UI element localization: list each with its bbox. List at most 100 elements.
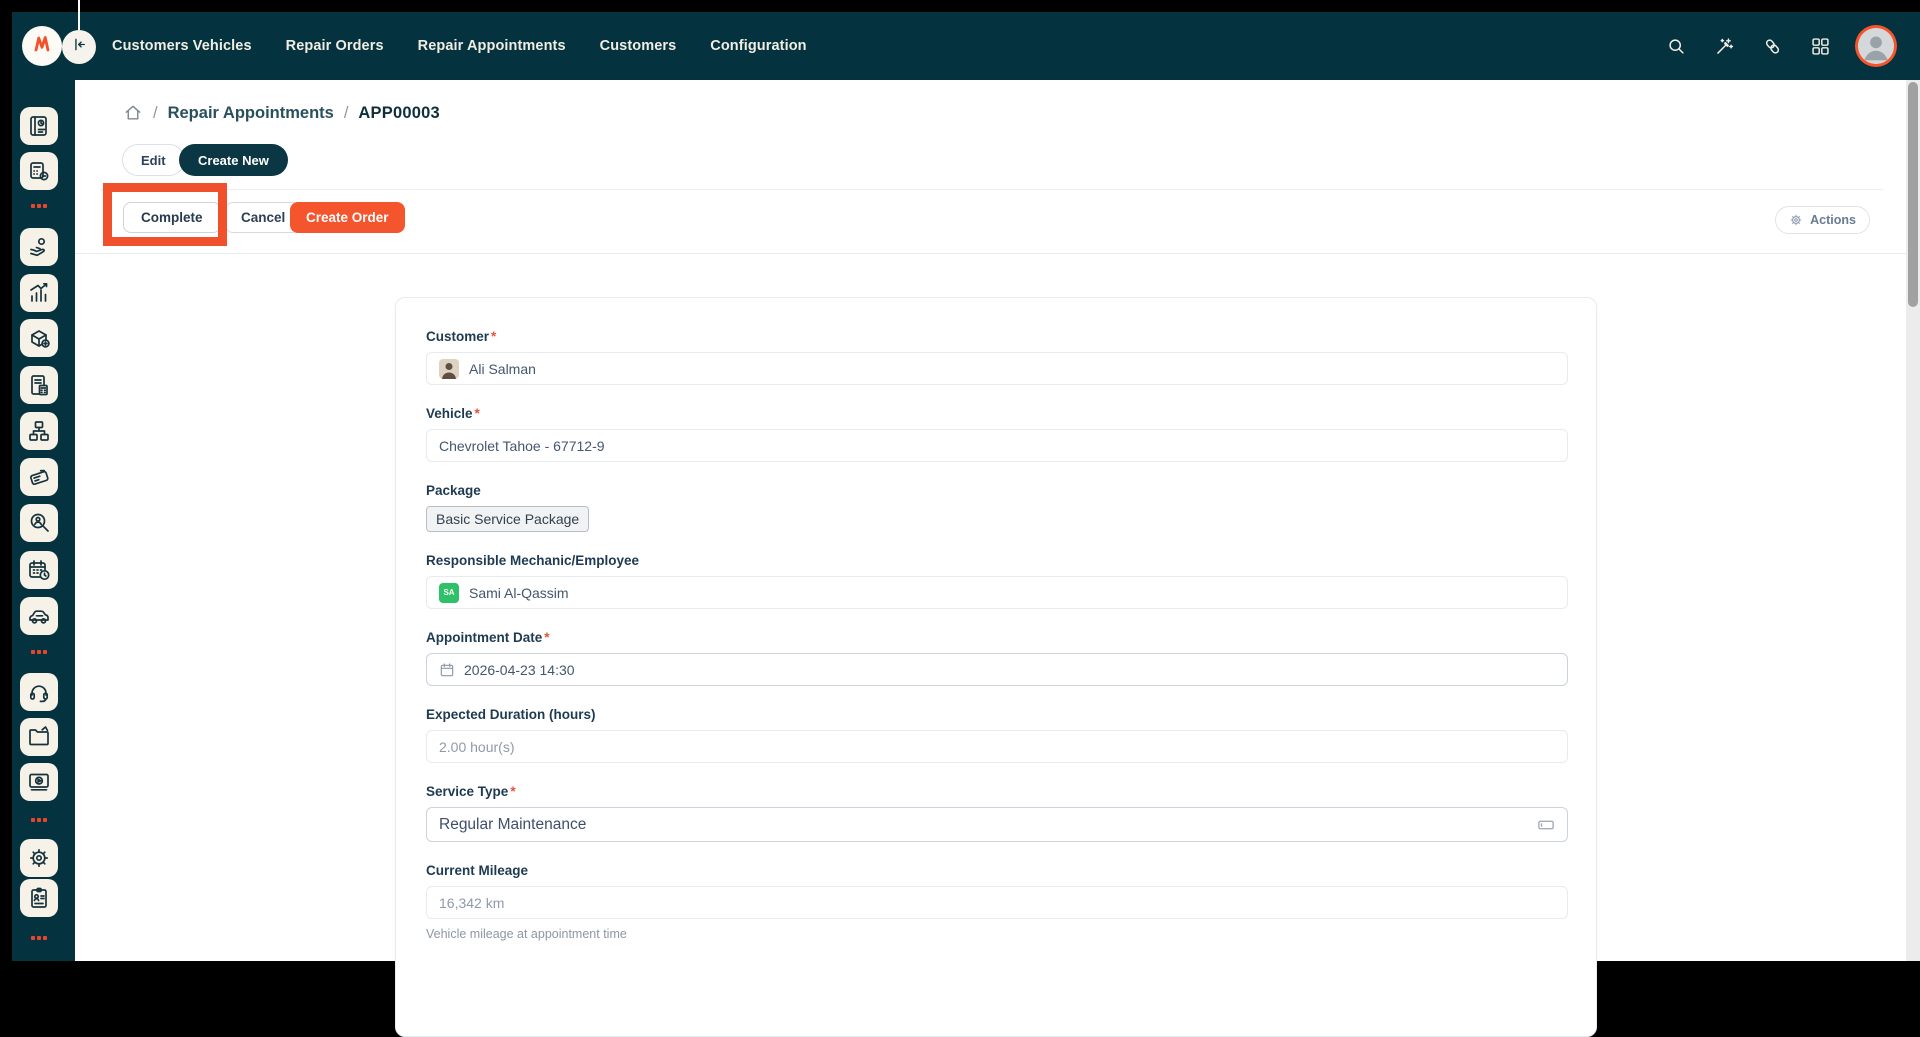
sidebar-app-card-terminal-icon[interactable] (20, 458, 58, 496)
nav-item-customers[interactable]: Customers (600, 38, 677, 54)
calendar-clock-icon (27, 558, 51, 582)
mileage-field[interactable]: 16,342 km (426, 886, 1568, 919)
package-label: Package (426, 483, 481, 498)
mechanic-value: Sami Al-Qassim (469, 584, 569, 601)
sidebar-collapse-button[interactable] (62, 30, 96, 64)
org-chart-icon (27, 419, 51, 443)
package-tag[interactable]: Basic Service Package (426, 506, 590, 532)
appointment-date-field[interactable]: 2026-04-23 14:30 (426, 653, 1568, 686)
customer-avatar (439, 358, 459, 379)
nav-item-repair-appointments[interactable]: Repair Appointments (418, 38, 566, 54)
sidebar-app-screen-presentation-icon[interactable] (20, 763, 58, 801)
search-icon[interactable] (1666, 36, 1687, 57)
field-group-duration: Expected Duration (hours) 2.00 hour(s) (426, 707, 1568, 763)
app-sidebar (12, 80, 75, 961)
vertical-scrollbar[interactable] (1906, 80, 1920, 961)
field-group-appointment-date: Appointment Date * 2026-04-23 14:30 (426, 630, 1568, 686)
breadcrumb-section[interactable]: Repair Appointments (168, 104, 334, 123)
duration-value: 2.00 hour(s) (439, 738, 515, 755)
statusbar-divider (75, 253, 1906, 254)
actions-button-label: Actions (1810, 213, 1856, 227)
sidebar-section-divider (20, 936, 58, 940)
field-group-mechanic: Responsible Mechanic/Employee SA Sami Al… (426, 553, 1568, 609)
vehicle-value: Chevrolet Tahoe - 67712-9 (439, 437, 605, 454)
person-search-icon (27, 511, 51, 535)
nav-item-repair-orders[interactable]: Repair Orders (286, 38, 384, 54)
mileage-value: 16,342 km (439, 894, 505, 911)
select-field-icon (1537, 816, 1555, 834)
required-mark: * (491, 329, 497, 344)
nav-item-customers-vehicles[interactable]: Customers Vehicles (112, 38, 252, 54)
home-icon[interactable] (123, 103, 143, 123)
app-logo[interactable] (22, 26, 62, 66)
complete-button[interactable]: Complete (123, 202, 221, 233)
mileage-help-text: Vehicle mileage at appointment time (426, 927, 627, 941)
edit-button[interactable]: Edit (122, 144, 185, 176)
settings-gear-icon (27, 846, 51, 870)
scrollbar-thumb[interactable] (1908, 82, 1918, 307)
field-group-package: Package Basic Service Package (426, 483, 1568, 532)
sidebar-app-org-chart-icon[interactable] (20, 412, 58, 450)
sidebar-app-settings-gear-icon[interactable] (20, 839, 58, 877)
clipboard-calculator-icon (27, 373, 51, 397)
vehicle-field[interactable]: Chevrolet Tahoe - 67712-9 (426, 429, 1568, 462)
breadcrumb-separator: / (153, 103, 158, 122)
appointment-form-card: Customer * Ali Salman Vehicle * Chevrolet … (395, 297, 1597, 1037)
duration-label: Expected Duration (hours) (426, 707, 596, 722)
service-type-field[interactable]: Regular Maintenance (426, 807, 1568, 842)
customer-field[interactable]: Ali Salman (426, 352, 1568, 385)
planner-book-icon (27, 114, 51, 138)
field-group-customer: Customer * Ali Salman (426, 329, 1568, 385)
required-mark: * (510, 784, 516, 799)
hand-coin-icon (27, 235, 51, 259)
breadcrumb: / Repair Appointments / APP00003 (123, 100, 440, 126)
apps-grid-icon[interactable] (1810, 36, 1831, 57)
sidebar-section-divider (20, 650, 58, 654)
sidebar-app-folder-document-icon[interactable] (20, 718, 58, 756)
sidebar-app-calendar-clock-icon[interactable] (20, 551, 58, 589)
sidebar-app-id-card-icon[interactable] (20, 879, 58, 917)
card-terminal-icon (27, 465, 51, 489)
header-divider (100, 189, 1883, 190)
magic-wand-icon[interactable] (1714, 36, 1735, 57)
package-plus-icon (27, 326, 51, 350)
top-menu: Customers Vehicles Repair Orders Repair Ap… (112, 38, 807, 54)
calculator-coin-icon (27, 159, 51, 183)
service-type-value: Regular Maintenance (439, 815, 587, 833)
service-type-label: Service Type * (426, 784, 516, 799)
collapse-left-icon (70, 35, 89, 59)
actions-button[interactable]: Actions (1775, 206, 1870, 234)
field-group-mileage: Current Mileage 16,342 km Vehicle mileag… (426, 863, 1568, 941)
breadcrumb-separator: / (343, 103, 349, 122)
sidebar-app-clipboard-calculator-icon[interactable] (20, 366, 58, 404)
calendar-icon (439, 662, 455, 678)
sidebar-app-headset-icon[interactable] (20, 673, 58, 711)
vehicle-label: Vehicle * (426, 406, 480, 421)
main-content: / Repair Appointments / APP00003 Edit Cr… (75, 80, 1906, 1037)
sidebar-section-divider (20, 818, 58, 822)
sidebar-app-planner-book-icon[interactable] (20, 107, 58, 145)
user-avatar[interactable] (1858, 28, 1894, 64)
duration-field[interactable]: 2.00 hour(s) (426, 730, 1568, 763)
field-group-vehicle: Vehicle * Chevrolet Tahoe - 67712-9 (426, 406, 1568, 462)
required-mark: * (474, 406, 480, 421)
create-order-button[interactable]: Create Order (290, 202, 405, 233)
sidebar-app-growth-chart-icon[interactable] (20, 274, 58, 312)
create-new-button[interactable]: Create New (179, 144, 288, 176)
sidebar-app-calculator-coin-icon[interactable] (20, 152, 58, 190)
breadcrumb-current-record: APP00003 (358, 103, 440, 122)
mechanic-field[interactable]: SA Sami Al-Qassim (426, 576, 1568, 609)
sidebar-app-car-icon[interactable] (20, 597, 58, 635)
sidebar-app-person-search-icon[interactable] (20, 504, 58, 542)
sidebar-app-package-plus-icon[interactable] (20, 319, 58, 357)
id-card-icon (27, 886, 51, 910)
mileage-label: Current Mileage (426, 863, 529, 878)
attachment-link-icon[interactable] (1762, 36, 1783, 57)
mechanic-avatar: SA (439, 582, 459, 603)
customer-label: Customer * (426, 329, 497, 344)
screen-presentation-icon (27, 770, 51, 794)
nav-item-configuration[interactable]: Configuration (710, 38, 806, 54)
growth-chart-icon (27, 281, 51, 305)
sidebar-app-hand-coin-icon[interactable] (20, 228, 58, 266)
mechanic-label: Responsible Mechanic/Employee (426, 553, 640, 568)
